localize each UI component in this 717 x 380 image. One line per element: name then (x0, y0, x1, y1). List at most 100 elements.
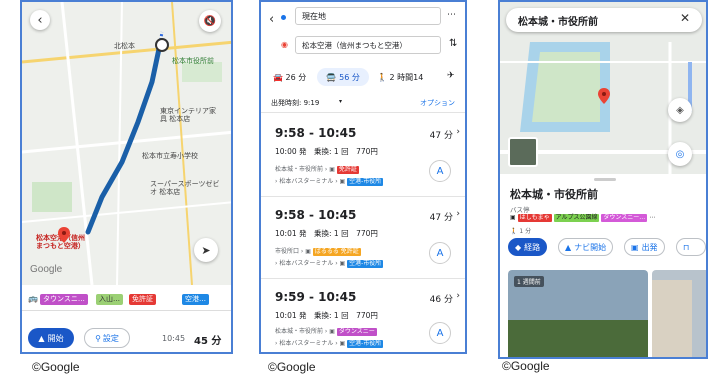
directions-icon: ◆ (515, 242, 522, 252)
building-area (652, 280, 692, 357)
start-navigation-button[interactable]: ▲ ナビ開始 (558, 238, 614, 256)
stop-name: 市役所口 (275, 248, 300, 255)
map-label-hokuto: 北松本 (114, 42, 135, 50)
route-stops-line1: 松本城・市役所前 › ▣ 免許証 (275, 166, 359, 174)
line-chip: 免許証 (336, 166, 359, 174)
route-option[interactable]: 9:58 - 10:45 47 分 › 10:01 発 乗換: 1 回 770円… (261, 196, 465, 279)
start-label: ナビ開始 (574, 242, 607, 252)
route-minutes: 47 分 (429, 131, 453, 141)
destination-pin-icon: ◉ (281, 40, 288, 49)
line-chip: アルプス公園線 (553, 214, 600, 222)
route-chip: 入山… (96, 294, 123, 305)
search-title: 松本城・市役所前 (518, 17, 598, 28)
place-photo[interactable]: 1 週間前 (508, 270, 648, 357)
credit: ©Google (268, 360, 316, 374)
recenter-button[interactable]: ➤ (194, 238, 218, 262)
navigate-button[interactable]: A (429, 242, 451, 264)
bus-icon: ▣ (329, 166, 335, 173)
map-label-sports: スーパースポーツゼビオ 松本店 (150, 180, 220, 196)
search-bar[interactable]: 松本城・市役所前 ✕ (506, 8, 702, 32)
swap-icon[interactable]: ⇅ (449, 38, 457, 49)
bus-icon: 🚌 (28, 294, 38, 303)
origin-input[interactable]: 現在地 (295, 7, 441, 25)
route-steps-bar[interactable]: 🚌 タウンスニ… 入山… 免許証 空港… (22, 286, 231, 311)
street-view-thumbnail[interactable] (508, 137, 538, 167)
tab-car[interactable]: 🚘 26 分 (273, 72, 306, 83)
line-chip: 空港-市役所 (347, 340, 384, 348)
route-option[interactable]: 9:58 - 10:45 47 分 › 10:00 発 乗換: 1 回 770円… (261, 114, 465, 197)
mute-icon: 🔇 (203, 15, 217, 27)
bus-icon: ▣ (339, 178, 346, 185)
close-icon[interactable]: ✕ (680, 11, 690, 25)
place-type: バス停 (510, 206, 530, 214)
line-chip: 空港-市役所 (347, 178, 384, 186)
car-duration: 26 分 (285, 73, 307, 82)
route-time: 9:59 - 10:45 (275, 290, 357, 304)
place-photo[interactable] (652, 270, 706, 357)
place-name: 松本城・市役所前 (510, 188, 598, 201)
navigate-button[interactable]: A (429, 160, 451, 182)
route-map[interactable]: ‹ 🔇 北松本 松本市役所前 東京インテリア家具 松本店 松本市立寿小学校 スー… (22, 2, 231, 285)
more-icon[interactable]: ⋯ (649, 214, 655, 221)
line-chip: タウンスニー… (601, 214, 648, 222)
bus-icon: ▣ (510, 214, 516, 221)
route-chip: 免許証 (129, 294, 156, 305)
route-summary: 10:01 発 乗換: 1 回 770円 (275, 311, 378, 320)
save-button[interactable]: ⊓ (676, 238, 706, 256)
bus-icon: ▣ (631, 242, 639, 252)
photo-badge: 1 週間前 (514, 276, 544, 287)
depart-button[interactable]: ▣ 出発 (624, 238, 665, 256)
route-summary: 10:00 発 乗換: 1 回 770円 (275, 147, 378, 156)
route-summary: 10:01 発 乗換: 1 回 770円 (275, 229, 378, 238)
navigation-icon: ▲ (565, 242, 572, 252)
depart-label: 出発 (641, 242, 658, 252)
settings-label: 設定 (102, 333, 119, 343)
transit-directions-screen: ‹ 現在地 ⋯ ◉ 松本空港（信州まつもと空港） ⇅ 🚘 26 分 🚍 56 分 … (259, 0, 467, 354)
start-button[interactable]: ▲ 開始 (28, 328, 74, 348)
mute-button[interactable]: 🔇 (199, 10, 221, 32)
place-sheet: 松本城・市役所前 バス停 ▣ はしもまゃ アルプス公園線 タウンスニー… ⋯ 🚶… (500, 174, 706, 357)
more-icon[interactable]: ⋯ (447, 10, 456, 20)
chevron-right-icon: › (456, 209, 460, 219)
stop-name: 松本バスターミナル (279, 178, 334, 185)
line-chip: はしもまゃ (517, 214, 552, 222)
place-pin-icon (598, 88, 610, 108)
directions-button[interactable]: ◆ 経路 (508, 238, 548, 256)
navigate-button[interactable]: A (429, 322, 451, 344)
tab-transit[interactable]: 🚍 56 分 (317, 68, 369, 86)
drag-handle[interactable] (594, 178, 616, 181)
bus-icon: ▣ (305, 248, 311, 255)
departure-row: 出発時刻: 9:19 ▾ オプション (261, 96, 465, 113)
tab-walk[interactable]: 🚶 2 時間14 (377, 72, 423, 83)
back-button[interactable]: ‹ (30, 10, 50, 30)
place-map[interactable]: 松本城・市役所前 ✕ ◈ ◎ (500, 2, 706, 174)
options-link[interactable]: オプション (420, 98, 455, 108)
nav-bottom-bar: ▲ 開始 ⚲ 設定 10:45 45 分 (22, 322, 231, 352)
route-chip: タウンスニ… (40, 294, 88, 305)
navigation-icon: A (436, 247, 444, 259)
walk-icon: 🚶 (377, 73, 387, 82)
settings-button[interactable]: ⚲ 設定 (84, 328, 130, 348)
stop-name: 松本バスターミナル (279, 340, 334, 347)
tab-flight[interactable]: ✈ (447, 71, 455, 81)
destination-input[interactable]: 松本空港（信州まつもと空港） (295, 36, 441, 54)
chevron-right-icon: › (456, 127, 460, 137)
navigation-icon: A (436, 165, 444, 177)
bus-icon: ▣ (339, 260, 346, 267)
duration: 45 分 (194, 336, 222, 347)
back-arrow-icon[interactable]: ‹ (269, 12, 274, 27)
walk-icon: 🚶 (510, 228, 518, 235)
line-chip: タウンスニー (336, 328, 377, 336)
route-chips: ▣ はしもまゃ アルプス公園線 タウンスニー… ⋯ (510, 214, 655, 222)
bus-icon: ▣ (339, 340, 346, 347)
my-location-button[interactable]: ◎ (668, 142, 692, 166)
layers-button[interactable]: ◈ (668, 98, 692, 122)
line-chip: 空港-市役所 (347, 260, 384, 268)
route-option[interactable]: 9:59 - 10:45 46 分 › 10:01 発 乗換: 1 回 770円… (261, 278, 465, 352)
route-time: 9:58 - 10:45 (275, 126, 357, 140)
bus-icon: ▣ (329, 328, 335, 335)
origin-marker-icon (155, 38, 169, 52)
departure-time[interactable]: 出発時刻: 9:19 (271, 98, 319, 108)
transit-duration: 56 分 (339, 72, 360, 82)
route-minutes: 47 分 (429, 213, 453, 223)
